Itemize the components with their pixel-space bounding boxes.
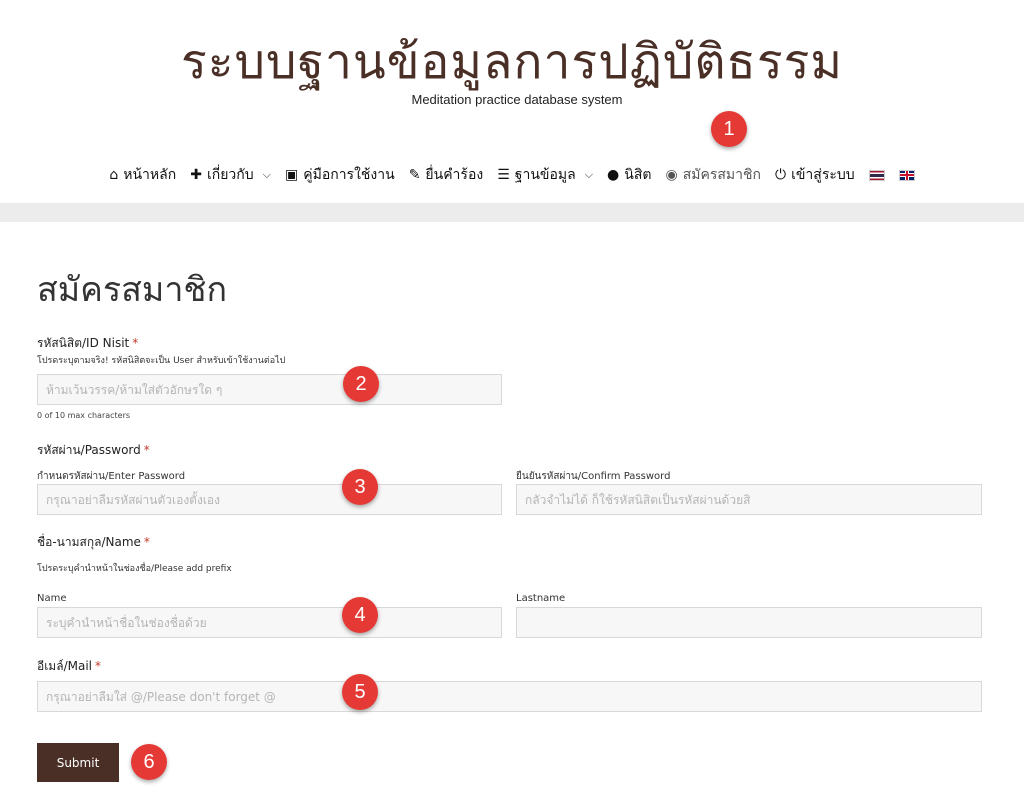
nav-item-label: ฐานข้อมูล xyxy=(514,167,576,183)
first-name-label: Name xyxy=(37,593,67,604)
nav-item-label: เข้าสู่ระบบ xyxy=(791,167,855,183)
confirm-password-label: ยืนยันรหัสผ่าน/Confirm Password xyxy=(516,471,671,482)
email-input[interactable] xyxy=(37,681,982,712)
required-mark: * xyxy=(143,443,150,457)
chevron-down-icon: ⌵ xyxy=(262,168,271,181)
site-subtitle: Meditation practice database system xyxy=(411,92,623,107)
thai-flag-icon[interactable] xyxy=(868,169,885,181)
submit-button[interactable]: Submit xyxy=(37,743,119,782)
power-icon: ⏻ xyxy=(774,167,787,183)
enter-password-label: กำหนดรหัสผ่าน/Enter Password xyxy=(37,471,186,482)
edit-icon: ✎ xyxy=(408,167,421,183)
confirm-password-input[interactable] xyxy=(516,484,982,515)
uk-flag-icon[interactable] xyxy=(898,169,915,181)
name-label: ชื่อ-นามสกุล/Name * xyxy=(37,535,150,549)
required-mark: * xyxy=(143,535,150,549)
id-nisit-description: โปรดระบุตามจริง! รหัสนิสิตจะเป็น User สำ… xyxy=(37,356,286,366)
required-mark: * xyxy=(132,336,139,350)
main-nav: ⌂ หน้าหลัก ✚ เกี่ยวกับ ⌵ ▣ คู่มือการใช้ง… xyxy=(0,164,1024,186)
name-description: โปรดระบุคำนำหน้าในช่องชื่อ/Please add pr… xyxy=(37,564,232,574)
divider-band xyxy=(0,203,1024,222)
annotation-marker-3: 3 xyxy=(342,469,378,505)
password-input[interactable] xyxy=(37,484,502,515)
nav-item-label: นิสิต xyxy=(624,167,652,183)
annotation-marker-1: 1 xyxy=(711,111,747,147)
id-nisit-input[interactable] xyxy=(37,374,502,405)
podcast-icon: ◉ xyxy=(665,167,678,183)
id-nisit-label: รหัสนิสิต/ID Nisit * xyxy=(37,336,139,350)
site-title: ระบบฐานข้อมูลการปฏิบัติธรรม xyxy=(180,34,844,90)
page-title: สมัครสมาชิก xyxy=(37,270,228,310)
first-name-input[interactable] xyxy=(37,607,502,638)
nav-item-label: เกี่ยวกับ xyxy=(206,167,254,183)
character-counter: 0 of 10 max characters xyxy=(37,411,131,420)
password-label: รหัสผ่าน/Password * xyxy=(37,443,150,457)
required-mark: * xyxy=(95,659,101,673)
last-name-label: Lastname xyxy=(516,593,566,604)
nav-item-petition[interactable]: ✎ ยื่นคำร้อง xyxy=(409,164,484,186)
list-icon: ☰ xyxy=(497,167,510,183)
chevron-down-icon: ⌵ xyxy=(584,168,594,181)
annotation-marker-6: 6 xyxy=(131,744,167,780)
annotation-marker-2: 2 xyxy=(343,366,379,402)
nav-item-database[interactable]: ☰ ฐานข้อมูล ⌵ xyxy=(497,164,593,186)
nav-item-students[interactable]: ● นิสิต xyxy=(607,164,651,186)
nav-item-label: ยื่นคำร้อง xyxy=(425,167,484,183)
pin-icon: ✚ xyxy=(190,167,202,183)
nav-item-about[interactable]: ✚ เกี่ยวกับ ⌵ xyxy=(190,164,271,186)
annotation-marker-4: 4 xyxy=(342,597,378,633)
user-icon: ● xyxy=(607,167,620,183)
email-label: อีเมล์/Mail * xyxy=(37,659,101,673)
last-name-input[interactable] xyxy=(516,607,982,638)
nav-item-manual[interactable]: ▣ คู่มือการใช้งาน xyxy=(285,164,395,186)
annotation-marker-5: 5 xyxy=(342,674,378,710)
nav-item-label: คู่มือการใช้งาน xyxy=(303,167,395,183)
home-icon: ⌂ xyxy=(109,167,119,183)
nav-item-label: สมัครสมาชิก xyxy=(682,167,761,183)
nav-item-register[interactable]: ◉ สมัครสมาชิก xyxy=(665,164,761,186)
nav-item-label: หน้าหลัก xyxy=(123,167,177,183)
nav-item-home[interactable]: ⌂ หน้าหลัก xyxy=(109,164,176,186)
nav-item-login[interactable]: ⏻ เข้าสู่ระบบ xyxy=(775,164,855,186)
contact-book-icon: ▣ xyxy=(284,167,299,183)
